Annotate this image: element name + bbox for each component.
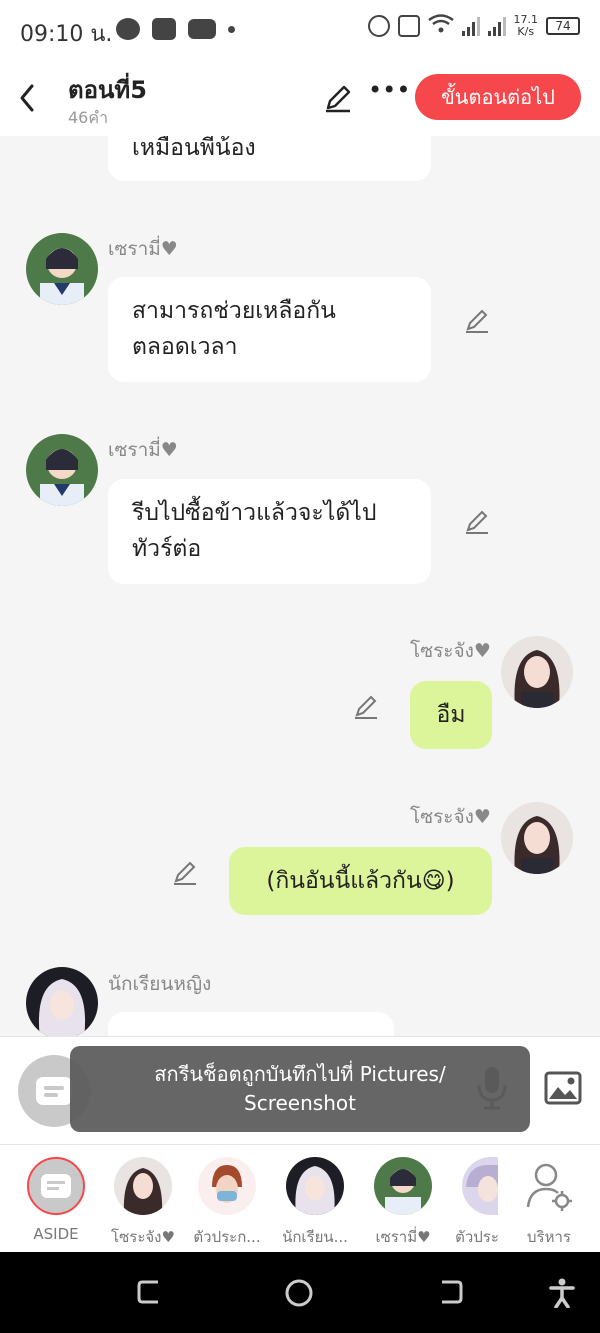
accessibility-icon[interactable] <box>548 1278 576 1312</box>
alarm-icon <box>367 15 390 37</box>
more-icon[interactable]: ••• <box>368 78 410 110</box>
sender-name: โซระจัง♥ <box>410 806 491 828</box>
word-count: 46คำ <box>68 108 109 127</box>
episode-title: ตอนที่5 <box>68 76 147 104</box>
strip-label: โซระจัง♥ <box>111 1228 175 1246</box>
episode-header: ตอนที่5 46คำ ••• ขั้นตอนต่อไป <box>0 62 600 136</box>
message-icon <box>27 1157 85 1215</box>
system-icons: 17.1 K/s 74 <box>367 13 580 38</box>
message-text: เหมือนพี่น้อง <box>132 136 256 161</box>
back-icon[interactable] <box>14 80 42 116</box>
strip-label: นักเรียน... <box>282 1228 348 1246</box>
avatar <box>114 1157 172 1215</box>
avatar <box>462 1157 498 1215</box>
screenshot-toast: สกรีนช็อตถูกบันทึกไปที่ Pictures/ Screen… <box>70 1046 530 1132</box>
message-icon <box>36 1077 72 1105</box>
network-speed: 17.1 K/s <box>513 13 539 38</box>
system-nav-bar <box>0 1252 600 1333</box>
avatar-sora[interactable] <box>501 636 573 708</box>
avatar-sora[interactable] <box>501 802 573 874</box>
signal-icon <box>461 16 480 36</box>
avatar-student-girl[interactable] <box>26 967 98 1036</box>
pencil-icon[interactable] <box>463 508 491 536</box>
manage-characters-icon <box>520 1157 578 1215</box>
back-nav-icon[interactable] <box>436 1278 464 1310</box>
chat-area[interactable]: เหมือนพี่น้อง เซรามี่♥ สามารถช่วยเหลือกั… <box>0 136 600 1036</box>
sender-name: โซระจัง♥ <box>410 640 491 662</box>
strip-label: ตัวประก... <box>193 1228 261 1246</box>
sender-name: เซรามี่♥ <box>108 439 178 461</box>
pencil-icon[interactable] <box>322 82 354 114</box>
message-text-line1: รีบไปซื้อข้าวแล้วจะได้ไป <box>132 500 377 526</box>
strip-item-sora[interactable]: โซระจัง♥ <box>98 1157 188 1249</box>
notification-icons <box>116 18 235 40</box>
message-text: (กินอันนี้แล้วกัน😋) <box>266 868 455 894</box>
strip-item-student-girl[interactable]: นักเรียน... <box>270 1157 360 1249</box>
signal-2-icon <box>487 16 506 36</box>
strip-label: ASIDE <box>33 1225 79 1243</box>
message-bubble[interactable]: รีบไปซื้อข้าวแล้วจะได้ไป ทัวร์ต่อ <box>108 479 431 584</box>
wifi-icon <box>427 14 454 38</box>
recents-icon[interactable] <box>136 1278 164 1310</box>
sender-name: นักเรียนหญิง <box>108 973 212 995</box>
message-bubble[interactable]: อืม <box>410 681 492 749</box>
avatar <box>286 1157 344 1215</box>
youtube-icon <box>188 19 216 39</box>
avatar-serami[interactable] <box>26 233 98 305</box>
character-strip: ASIDE โซระจัง♥ ตัวประก... นักเรียน... เซ… <box>0 1144 600 1252</box>
pencil-icon[interactable] <box>463 307 491 335</box>
message-text-line1: สามารถช่วยเหลือกัน <box>132 298 336 324</box>
avatar-serami[interactable] <box>26 434 98 506</box>
status-time: 09:10 น. <box>20 22 113 47</box>
sender-name: เซรามี่♥ <box>108 238 178 260</box>
message-text: อืม <box>436 702 466 728</box>
pencil-icon[interactable] <box>171 859 199 887</box>
bell-muted-icon <box>397 15 420 37</box>
avatar <box>198 1157 256 1215</box>
pencil-icon[interactable] <box>352 693 380 721</box>
message-bubble[interactable] <box>108 1012 394 1036</box>
strip-item-manage[interactable]: บริหาร <box>504 1157 594 1249</box>
strip-label: บริหาร <box>527 1228 571 1246</box>
strip-item-aside[interactable]: ASIDE <box>11 1157 101 1243</box>
avatar <box>374 1157 432 1215</box>
toast-line2: Screenshot <box>244 1091 356 1115</box>
app-notification-icon <box>152 18 176 40</box>
strip-item-extra-1[interactable]: ตัวประก... <box>182 1157 272 1249</box>
message-bubble[interactable]: เหมือนพี่น้อง <box>108 136 431 181</box>
image-icon[interactable] <box>544 1071 582 1105</box>
message-text-line2: ทัวร์ต่อ <box>132 536 202 562</box>
message-bubble[interactable]: สามารถช่วยเหลือกัน ตลอดเวลา <box>108 277 431 382</box>
toast-line1: สกรีนช็อตถูกบันทึกไปที่ Pictures/ <box>154 1062 446 1086</box>
next-step-button[interactable]: ขั้นตอนต่อไป <box>415 74 581 120</box>
more-notifications-dot-icon <box>228 25 235 33</box>
message-text-line2: ตลอดเวลา <box>132 334 238 360</box>
messenger-icon <box>116 18 140 40</box>
battery-icon: 74 <box>546 17 580 35</box>
status-bar: 09:10 น. 17.1 K/s 74 <box>0 0 600 62</box>
message-bubble[interactable]: (กินอันนี้แล้วกัน😋) <box>229 847 492 915</box>
home-icon[interactable] <box>284 1278 314 1312</box>
